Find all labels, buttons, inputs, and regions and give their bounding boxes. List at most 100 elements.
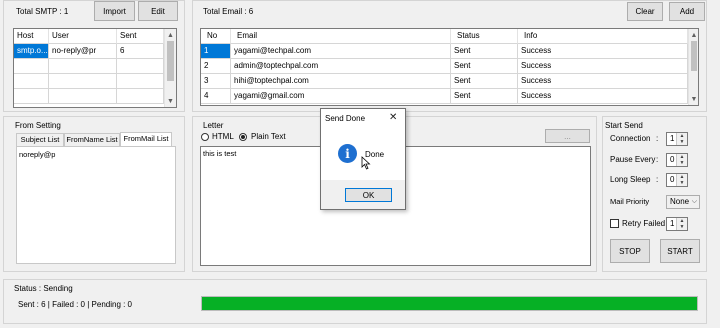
mail-priority-label: Mail Priority bbox=[610, 197, 650, 206]
pause-every-value: 0 bbox=[670, 155, 675, 164]
empty-cell bbox=[117, 74, 164, 89]
email-no-cell[interactable]: 1 bbox=[201, 44, 231, 59]
smtp-user-cell[interactable]: no-reply@pr bbox=[49, 44, 117, 59]
scroll-down-icon[interactable]: ▼ bbox=[165, 95, 176, 107]
send-progress-fill bbox=[202, 297, 697, 310]
spinner-arrows-icon[interactable]: ▲ ▼ bbox=[676, 154, 687, 166]
long-sleep-colon: : bbox=[656, 175, 659, 184]
smtp-scrollbar[interactable]: ▲ ▼ bbox=[164, 29, 176, 107]
connection-label: Connection bbox=[610, 134, 651, 143]
mail-priority-value: None bbox=[670, 197, 690, 206]
email-address-cell[interactable]: admin@toptechpal.com bbox=[231, 59, 451, 74]
frommail-textarea[interactable]: noreply@p bbox=[16, 146, 176, 264]
scroll-thumb[interactable] bbox=[167, 41, 174, 81]
column-header-user[interactable]: User bbox=[49, 29, 117, 44]
pause-every-colon: : bbox=[656, 155, 659, 164]
email-status-cell[interactable]: Sent bbox=[451, 59, 518, 74]
html-radio-label[interactable]: HTML bbox=[212, 132, 234, 141]
email-info-cell[interactable]: Success bbox=[518, 59, 688, 74]
spinner-arrows-icon[interactable]: ▲ ▼ bbox=[676, 218, 687, 230]
status-title: Status : Sending bbox=[14, 284, 73, 293]
edit-button[interactable]: Edit bbox=[138, 1, 178, 21]
empty-cell bbox=[49, 89, 117, 104]
scroll-up-icon[interactable]: ▲ bbox=[689, 29, 698, 41]
empty-cell bbox=[14, 89, 49, 104]
start-send-panel: Start Send Connection : 1 ▲ ▼ Pause Every… bbox=[602, 116, 707, 272]
email-no-cell[interactable]: 4 bbox=[201, 89, 231, 104]
connection-value: 1 bbox=[670, 134, 675, 143]
import-button[interactable]: Import bbox=[94, 1, 135, 21]
email-address-cell[interactable]: hihi@toptechpal.com bbox=[231, 74, 451, 89]
plain-text-radio-label[interactable]: Plain Text bbox=[251, 132, 286, 141]
email-status-cell[interactable]: Sent bbox=[451, 74, 518, 89]
pause-every-spinner[interactable]: 0 ▲ ▼ bbox=[666, 153, 688, 167]
browse-button[interactable]: ... bbox=[545, 129, 590, 143]
frommail-text: noreply@p bbox=[19, 150, 56, 159]
empty-cell bbox=[49, 74, 117, 89]
email-scrollbar[interactable]: ▲ ▼ bbox=[688, 29, 698, 105]
stop-button[interactable]: STOP bbox=[610, 239, 650, 263]
spinner-arrows-icon[interactable]: ▲ ▼ bbox=[676, 133, 687, 145]
email-total-label: Total Email : 6 bbox=[203, 7, 254, 16]
dialog-body: i Done bbox=[321, 128, 405, 180]
email-status-cell[interactable]: Sent bbox=[451, 89, 518, 104]
tab-frommail-list[interactable]: FromMail List bbox=[120, 132, 172, 146]
smtp-total-label: Total SMTP : 1 bbox=[16, 7, 69, 16]
email-no-cell[interactable]: 2 bbox=[201, 59, 231, 74]
chevron-down-icon[interactable]: ⌵ bbox=[692, 198, 697, 206]
dialog-title: Send Done bbox=[325, 114, 366, 123]
email-info-cell[interactable]: Success bbox=[518, 44, 688, 59]
retry-failed-checkbox[interactable] bbox=[610, 219, 619, 228]
column-header-sent[interactable]: Sent bbox=[117, 29, 164, 44]
column-header-no[interactable]: No bbox=[201, 29, 231, 44]
mail-priority-select[interactable]: None ⌵ bbox=[666, 195, 700, 209]
retry-failed-label[interactable]: Retry Failed bbox=[622, 219, 665, 228]
empty-cell bbox=[117, 89, 164, 104]
tab-fromname-list[interactable]: FromName List bbox=[64, 133, 120, 146]
column-header-info[interactable]: Info bbox=[518, 29, 688, 44]
spinner-arrows-icon[interactable]: ▲ ▼ bbox=[676, 174, 687, 186]
email-table[interactable]: No Email Status Info 1 yagami@techpal.co… bbox=[200, 28, 699, 106]
mouse-cursor-icon bbox=[361, 156, 371, 170]
email-info-cell[interactable]: Success bbox=[518, 74, 688, 89]
email-address-cell[interactable]: yagami@techpal.com bbox=[231, 44, 451, 59]
connection-spinner[interactable]: 1 ▲ ▼ bbox=[666, 132, 688, 146]
start-send-title: Start Send bbox=[605, 121, 643, 130]
info-icon: i bbox=[338, 144, 357, 163]
retry-failed-spinner[interactable]: 1 ▲ ▼ bbox=[666, 217, 688, 231]
letter-text: this is test bbox=[203, 149, 237, 158]
email-address-cell[interactable]: yagami@gmail.com bbox=[231, 89, 451, 104]
scroll-thumb[interactable] bbox=[691, 41, 697, 71]
email-status-cell[interactable]: Sent bbox=[451, 44, 518, 59]
plain-text-radio[interactable] bbox=[239, 133, 247, 141]
email-panel: Total Email : 6 Clear Add No Email Statu… bbox=[192, 0, 707, 112]
smtp-host-cell[interactable]: smtp.o... bbox=[14, 44, 49, 59]
status-counts: Sent : 6 | Failed : 0 | Pending : 0 bbox=[18, 300, 133, 309]
tab-subject-list[interactable]: Subject List bbox=[16, 133, 64, 146]
column-header-host[interactable]: Host bbox=[14, 29, 49, 44]
send-done-dialog: Send Done ✕ i Done OK bbox=[320, 108, 406, 210]
add-button[interactable]: Add bbox=[669, 2, 705, 21]
retry-failed-value: 1 bbox=[670, 219, 675, 228]
smtp-sent-cell[interactable]: 6 bbox=[117, 44, 164, 59]
empty-cell bbox=[117, 59, 164, 74]
start-button[interactable]: START bbox=[660, 239, 700, 263]
long-sleep-label: Long Sleep bbox=[610, 175, 651, 184]
column-header-status[interactable]: Status bbox=[451, 29, 518, 44]
column-header-email[interactable]: Email bbox=[231, 29, 451, 44]
email-info-cell[interactable]: Success bbox=[518, 89, 688, 104]
dialog-footer: OK bbox=[321, 180, 405, 209]
email-no-cell[interactable]: 3 bbox=[201, 74, 231, 89]
pause-every-label: Pause Every bbox=[610, 155, 656, 164]
from-setting-title: From Setting bbox=[15, 121, 61, 130]
clear-button[interactable]: Clear bbox=[627, 2, 663, 21]
scroll-down-icon[interactable]: ▼ bbox=[689, 93, 698, 105]
scroll-up-icon[interactable]: ▲ bbox=[165, 29, 176, 41]
letter-title: Letter bbox=[203, 121, 224, 130]
html-radio[interactable] bbox=[201, 133, 209, 141]
empty-cell bbox=[14, 59, 49, 74]
smtp-table[interactable]: Host User Sent smtp.o... no-reply@pr 6 ▲… bbox=[13, 28, 177, 108]
close-icon[interactable]: ✕ bbox=[389, 112, 397, 123]
long-sleep-spinner[interactable]: 0 ▲ ▼ bbox=[666, 173, 688, 187]
ok-button[interactable]: OK bbox=[345, 188, 392, 202]
